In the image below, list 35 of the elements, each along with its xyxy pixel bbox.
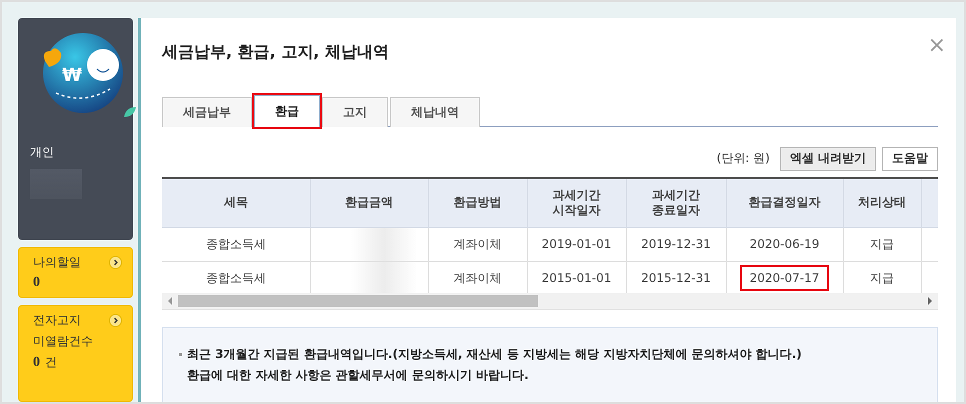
horizontal-scrollbar[interactable] [162, 293, 938, 310]
excel-download-button[interactable]: 엑셀 내려받기 [780, 146, 876, 170]
unit-note: (단위: 원) [716, 150, 770, 167]
chevron-icon[interactable] [109, 314, 122, 327]
column-header: 환급방법 [428, 178, 527, 227]
tab[interactable]: 체납내역 [390, 96, 480, 126]
dialog-title: 세금납부, 환급, 고지, 체납내역 [162, 42, 389, 63]
summary-card[interactable]: 전자고지 미열람건수 0 건 [18, 305, 133, 402]
card-title: 전자고지 [33, 312, 81, 329]
chevron-icon[interactable] [109, 256, 122, 269]
card-title: 나의할일 [33, 254, 81, 271]
table-cell: 계좌이체 [428, 227, 527, 261]
count-unit: 건 [45, 354, 57, 371]
table-cell: 지급 [843, 227, 921, 261]
column-header: 처리상태 [843, 178, 921, 227]
count-value: 0 [33, 275, 40, 291]
notice-text: 최근 3개월간 지급된 환급내역입니다.(지방소득세, 재산세 등 지방세는 해당 지방자치단체에 문의하셔야 합니다.) [187, 346, 802, 363]
tab[interactable]: 고지 [322, 96, 388, 126]
table-cell: 종합소득세 [162, 227, 310, 261]
table-cell: 2019-12-31 [626, 227, 726, 261]
help-button[interactable]: 도움말 [882, 146, 938, 170]
tab[interactable]: 세금납부 [162, 96, 252, 126]
profile-label: 개인 [30, 144, 55, 161]
column-header: 과세기간 종료일자 [626, 178, 726, 227]
column-header: 세목 [162, 178, 310, 227]
table-cell: 2020-06-19 [726, 227, 843, 261]
summary-card[interactable]: 나의할일 0 [18, 247, 133, 298]
tab[interactable]: 환급 [254, 94, 320, 126]
notice-text: 환급에 대한 자세한 사항은 관할세무서에 문의하시기 바랍니다. [187, 367, 529, 384]
column-header: 환급결정일자 [726, 178, 843, 227]
table-cell: 2019-01-01 [527, 227, 626, 261]
column-header: 환급금액 [310, 178, 428, 227]
column-header: 과세기간 시작일자 [527, 178, 626, 227]
count-value: 0 [33, 355, 40, 371]
card-subtitle: 미열람건수 [33, 333, 94, 350]
